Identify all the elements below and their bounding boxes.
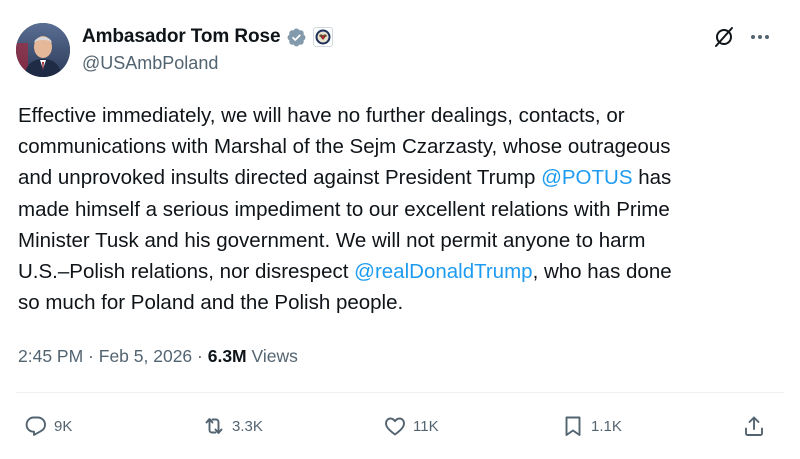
repost-icon bbox=[205, 418, 223, 434]
divider bbox=[16, 392, 784, 393]
meta-separator: · bbox=[192, 346, 208, 366]
grok-icon[interactable] bbox=[712, 25, 736, 49]
tweet-card: Ambasador Tom Rose @USAmbPoland Effectiv… bbox=[0, 0, 800, 459]
verified-badge-icon[interactable] bbox=[286, 27, 307, 48]
views-label: Views bbox=[246, 346, 298, 366]
author-handle[interactable]: @USAmbPoland bbox=[82, 53, 218, 74]
repost-button[interactable]: 3.3K bbox=[202, 414, 263, 438]
bookmark-icon bbox=[565, 416, 581, 436]
author-name-row: Ambasador Tom Rose bbox=[82, 24, 334, 50]
mention-potus-link[interactable]: @POTUS bbox=[541, 166, 632, 189]
heart-icon bbox=[385, 417, 405, 436]
reply-icon bbox=[25, 416, 46, 436]
tweet-line: communications with Marshal of the Sejm … bbox=[18, 135, 671, 159]
views-count[interactable]: 6.3M bbox=[208, 346, 247, 366]
bookmark-button[interactable]: 1.1K bbox=[561, 414, 622, 438]
meta-separator: · bbox=[83, 346, 99, 366]
like-button[interactable]: 11K bbox=[383, 414, 439, 438]
reply-count: 9K bbox=[54, 417, 73, 435]
share-button[interactable] bbox=[742, 414, 766, 438]
more-options-icon[interactable] bbox=[748, 25, 772, 49]
tweet-time[interactable]: 2:45 PM bbox=[18, 346, 83, 366]
tweet-meta: 2:45 PM · Feb 5, 2026 · 6.3M Views bbox=[18, 346, 298, 367]
tweet-line: U.S.–Polish relations, nor disrespect @r… bbox=[18, 260, 672, 284]
mention-realdonaldtrump-link[interactable]: @realDonaldTrump bbox=[354, 260, 532, 283]
tweet-line: and unprovoked insults directed against … bbox=[18, 166, 672, 190]
embassy-seal-icon[interactable] bbox=[313, 27, 334, 47]
bookmark-count: 1.1K bbox=[591, 417, 622, 435]
author-display-name[interactable]: Ambasador Tom Rose bbox=[82, 26, 281, 48]
tweet-line: Effective immediately, we will have no f… bbox=[18, 104, 625, 127]
like-count: 11K bbox=[413, 417, 439, 435]
tweet-line: so much for Poland and the Polish people… bbox=[18, 291, 404, 315]
tweet-line: Minister Tusk and his government. We wil… bbox=[18, 228, 646, 252]
share-icon bbox=[745, 416, 763, 436]
reply-button[interactable]: 9K bbox=[24, 414, 72, 438]
avatar[interactable] bbox=[16, 23, 70, 77]
tweet-line: made himself a serious impediment to our… bbox=[18, 197, 670, 221]
repost-count: 3.3K bbox=[232, 417, 263, 435]
tweet-date[interactable]: Feb 5, 2026 bbox=[99, 346, 192, 366]
tweet-text: Effective immediately, we will have no f… bbox=[18, 100, 788, 318]
